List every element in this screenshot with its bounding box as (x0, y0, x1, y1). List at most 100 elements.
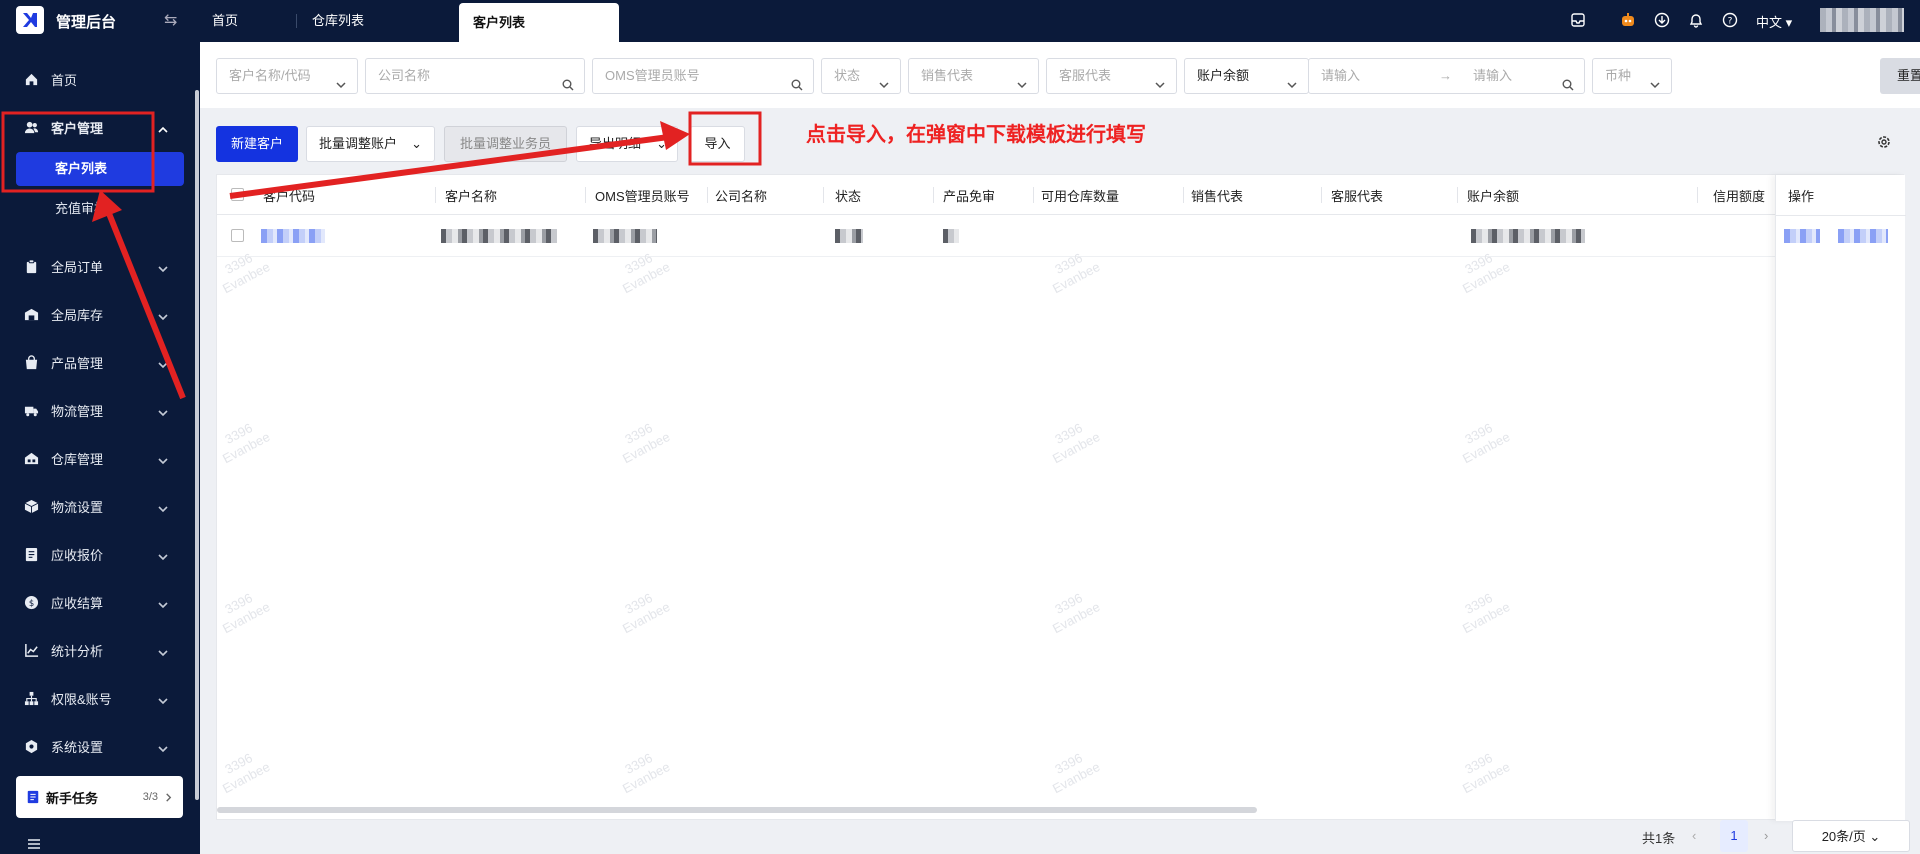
row-action-link[interactable] (1838, 229, 1888, 243)
sidebar-subitem-customer-list[interactable]: 客户列表 (16, 152, 184, 186)
sidebar-item-product-management[interactable]: 产品管理 (24, 351, 174, 373)
tab-home[interactable]: 首页 (198, 0, 252, 42)
menu-icon[interactable] (26, 836, 42, 852)
company-name-input[interactable]: 公司名称 (365, 58, 585, 94)
column-divider (435, 187, 436, 203)
box-icon (24, 499, 39, 513)
search-icon[interactable] (562, 70, 574, 91)
watermark-line: 3396 (1052, 750, 1085, 777)
service-rep-placeholder: 客服代表 (1059, 68, 1112, 83)
row-action-link[interactable] (1784, 229, 1820, 243)
reset-button[interactable]: 重置 (1880, 58, 1920, 94)
watermark: 3396 Evanbee (1452, 745, 1512, 797)
select-all-checkbox[interactable] (231, 188, 244, 201)
page-size-select[interactable]: 20条/页 ⌄ (1792, 820, 1910, 852)
watermark-line: Evanbee (620, 258, 673, 297)
sidebar-subitem-recharge-review[interactable]: 充值审核 (16, 192, 184, 226)
batch-adjust-salesman-button[interactable]: 批量调整业务员 (444, 126, 567, 162)
new-customer-button[interactable]: 新建客户 (216, 126, 298, 162)
watermark: 3396 Evanbee (1042, 585, 1102, 637)
app-logo[interactable] (16, 6, 44, 34)
balance-field-select[interactable]: 账户余额 (1184, 58, 1309, 94)
column-header-sales-rep[interactable]: 销售代表 (1191, 186, 1243, 205)
sidebar-scrollbar[interactable] (195, 90, 199, 800)
language-selector[interactable]: 中文 ▾ (1756, 12, 1792, 31)
sidebar-item-label: 应收结算 (51, 595, 104, 611)
table-row[interactable] (217, 215, 1905, 257)
column-header-status[interactable]: 状态 (835, 186, 861, 205)
column-header-service-rep[interactable]: 客服代表 (1331, 186, 1383, 205)
chart-icon (25, 643, 39, 657)
download-icon[interactable] (1652, 10, 1672, 30)
sidebar-item-global-inventory[interactable]: 全局库存 (24, 303, 174, 325)
batch-adjust-account-button[interactable]: 批量调整账户 ⌄ (306, 126, 435, 162)
chevron-down-icon: ⌄ (656, 136, 667, 151)
horizontal-scrollbar[interactable] (217, 807, 1257, 813)
column-header-oms-account[interactable]: OMS管理员账号 (595, 186, 690, 205)
sidebar-item-receivable-settlement[interactable]: $ 应收结算 (24, 591, 174, 613)
import-button[interactable]: 导入 (690, 126, 745, 162)
sidebar-item-logistics-settings[interactable]: 物流设置 (24, 495, 174, 517)
column-divider (1033, 187, 1034, 203)
sidebar-item-customer-management[interactable]: 客户管理 (24, 116, 174, 138)
column-header-product-exempt[interactable]: 产品免审 (943, 186, 995, 205)
sidebar-item-label: 全局订单 (51, 259, 104, 275)
watermark-line: 3396 (1462, 420, 1495, 447)
service-rep-select[interactable]: 客服代表 (1046, 58, 1177, 94)
watermark-line: Evanbee (1460, 758, 1513, 797)
column-header-customer-name[interactable]: 客户名称 (445, 186, 497, 205)
watermark: 3396 Evanbee (612, 745, 672, 797)
column-header-customer-code[interactable]: 客户代码 (263, 186, 315, 205)
export-details-button[interactable]: 导出明细 ⌄ (576, 126, 678, 162)
currency-select[interactable]: 币种 (1592, 58, 1672, 94)
sidebar-item-global-orders[interactable]: 全局订单 (24, 255, 174, 277)
chevron-down-icon (335, 70, 347, 89)
customer-name-cell (441, 229, 557, 243)
column-header-credit-limit[interactable]: 信用额度 (1713, 186, 1765, 205)
customer-code-cell[interactable] (261, 229, 325, 243)
robot-icon[interactable] (1618, 10, 1638, 30)
bell-icon[interactable] (1686, 10, 1706, 30)
watermark-line: Evanbee (220, 758, 273, 797)
column-settings-icon[interactable] (1876, 134, 1892, 150)
oms-account-input[interactable]: OMS管理员账号 (592, 58, 814, 94)
status-select[interactable]: 状态 (821, 58, 901, 94)
tab-customer-list[interactable]: 客户列表 (459, 3, 619, 42)
customer-select-placeholder: 客户名称/代码 (229, 68, 311, 83)
next-page-icon[interactable]: › (1764, 828, 1768, 843)
watermark-line: 3396 (222, 420, 255, 447)
watermark: 3396 Evanbee (212, 585, 272, 637)
sidebar-item-logistics-management[interactable]: 物流管理 (24, 399, 174, 421)
sidebar-item-receivable-quotes[interactable]: 应收报价 (24, 543, 174, 565)
page-number-button[interactable]: 1 (1720, 820, 1748, 852)
user-avatar[interactable] (1820, 8, 1904, 32)
sidebar-item-system-settings[interactable]: 系统设置 (24, 735, 174, 757)
onboarding-task-card[interactable]: 新手任务 3/3 (16, 776, 183, 818)
operations-column: 操作 (1775, 175, 1906, 821)
inbox-icon[interactable] (1568, 10, 1588, 30)
sidebar-item-permissions[interactable]: 权限&账号 (24, 687, 174, 709)
sidebar-item-home[interactable]: 首页 (24, 68, 174, 90)
svg-text:?: ? (1728, 17, 1733, 27)
search-icon[interactable] (1562, 70, 1574, 91)
column-divider (1183, 187, 1184, 203)
column-divider (585, 187, 586, 203)
row-checkbox[interactable] (231, 229, 244, 242)
column-header-available-warehouses[interactable]: 可用仓库数量 (1041, 186, 1119, 205)
sidebar-item-label: 系统设置 (51, 739, 104, 755)
sidebar-item-label: 客户管理 (51, 120, 104, 136)
help-icon[interactable]: ? (1720, 10, 1740, 30)
column-header-company-name[interactable]: 公司名称 (715, 186, 767, 205)
column-header-account-balance[interactable]: 账户余额 (1467, 186, 1519, 205)
annotation-callout-text: 点击导入，在弹窗中下载模板进行填写 (806, 124, 1146, 146)
prev-page-icon[interactable]: ‹ (1692, 828, 1696, 843)
sales-rep-select[interactable]: 销售代表 (908, 58, 1039, 94)
sidebar-item-warehouse-management[interactable]: 仓库管理 (24, 447, 174, 469)
sidebar-item-statistics[interactable]: 统计分析 (24, 639, 174, 661)
watermark-line: 3396 (222, 590, 255, 617)
customer-name-code-select[interactable]: 客户名称/代码 (216, 58, 358, 94)
balance-range-input[interactable]: 请输入 → 请输入 (1308, 58, 1585, 94)
collapse-menu-icon[interactable]: ⇆ (164, 10, 177, 30)
search-icon[interactable] (791, 70, 803, 91)
tab-warehouse-list[interactable]: 仓库列表 (298, 0, 378, 42)
